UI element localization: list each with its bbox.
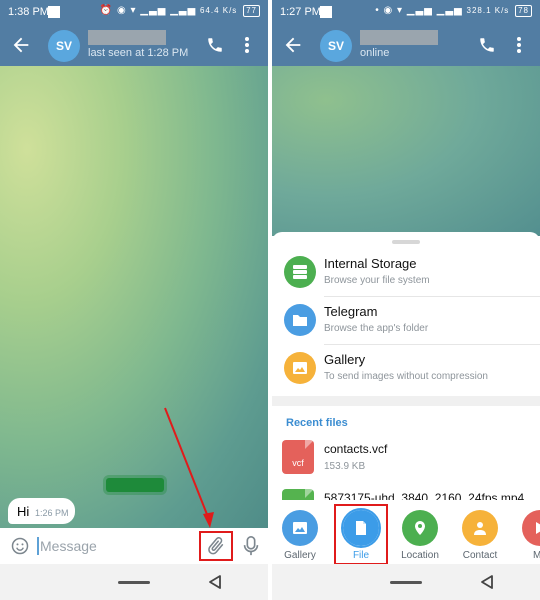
option-title: Internal Storage xyxy=(324,256,417,271)
more-vert-icon[interactable] xyxy=(516,36,522,54)
last-seen: last seen at 1:28 PM xyxy=(88,47,189,59)
chat-background xyxy=(0,66,268,528)
redacted-marker xyxy=(106,478,164,492)
avatar[interactable]: SV xyxy=(320,30,352,62)
option-subtitle: Browse the app's folder xyxy=(324,323,429,334)
option-title: Gallery xyxy=(324,352,366,367)
option-subtitle: Browse your file system xyxy=(324,275,430,286)
option-internal-storage[interactable]: Internal Storage Browse your file system xyxy=(272,248,540,296)
chat-header: SV online xyxy=(272,24,540,66)
option-subtitle: To send images without compression xyxy=(324,371,488,382)
message-time: 1:26 PM xyxy=(35,508,69,518)
online-status: online xyxy=(360,47,390,59)
option-gallery[interactable]: Gallery To send images without compressi… xyxy=(272,344,540,392)
net-speed: 64.4 K/s xyxy=(199,6,238,15)
chat-screen-right: 1:27 PM • ◉ ▾ ▁▃▅ ▁▃▅ 328.1 K/s 78 SV on… xyxy=(272,0,540,600)
section-separator xyxy=(272,396,540,406)
net-speed: 328.1 K/s xyxy=(466,6,510,15)
file-size: 153.9 KB xyxy=(324,461,366,472)
status-bar: 1:27 PM • ◉ ▾ ▁▃▅ ▁▃▅ 328.1 K/s 78 xyxy=(272,0,540,24)
contact-name-redacted xyxy=(360,30,438,45)
back-arrow-icon[interactable] xyxy=(10,34,32,56)
annotation-highlight-box xyxy=(334,504,388,565)
file-name: contacts.vcf xyxy=(324,442,388,456)
status-icons: • ◉ ▾ ▁▃▅ ▁▃▅ 328.1 K/s 78 xyxy=(375,5,532,17)
notification-icon xyxy=(320,6,332,18)
battery-icon: 77 xyxy=(243,5,260,17)
file-row[interactable]: vcf contacts.vcf 153.9 KB xyxy=(272,438,540,482)
notification-icon xyxy=(48,6,60,18)
battery-icon: 78 xyxy=(515,5,532,17)
attach-menu: Gallery File Location Contact Mu xyxy=(272,500,540,564)
status-icons: ⏰ ◉ ▾ ▁▃▅ ▁▃▅ 64.4 K/s 77 xyxy=(100,5,260,17)
back-arrow-icon[interactable] xyxy=(282,34,304,56)
more-vert-icon[interactable] xyxy=(244,36,250,54)
back-nav-icon[interactable] xyxy=(480,574,494,590)
chat-header: SV last seen at 1:28 PM xyxy=(0,24,268,66)
home-pill[interactable] xyxy=(118,581,150,584)
attach-location[interactable]: Location xyxy=(394,508,446,564)
location-icon xyxy=(402,510,438,546)
chat-screen-left: 1:38 PM ⏰ ◉ ▾ ▁▃▅ ▁▃▅ 64.4 K/s 77 SV las… xyxy=(0,0,268,600)
phone-icon[interactable] xyxy=(478,36,496,54)
attach-music[interactable]: Mu xyxy=(514,508,540,564)
message-text: Hi xyxy=(17,504,30,519)
contact-name-redacted xyxy=(88,30,166,45)
system-nav-bar xyxy=(0,564,268,600)
storage-icon xyxy=(284,256,316,288)
chat-background xyxy=(272,66,540,236)
message-bubble[interactable]: Hi 1:26 PM xyxy=(8,498,75,524)
sheet-handle[interactable] xyxy=(392,240,420,244)
emoji-icon[interactable] xyxy=(10,536,30,556)
vcf-file-icon: vcf xyxy=(282,440,314,474)
mic-icon[interactable] xyxy=(242,535,260,557)
home-pill[interactable] xyxy=(390,581,422,584)
annotation-highlight-box xyxy=(199,531,233,561)
folder-icon xyxy=(284,304,316,336)
attach-gallery[interactable]: Gallery xyxy=(274,508,326,564)
status-time: 1:38 PM xyxy=(8,6,49,18)
gallery-icon xyxy=(282,510,318,546)
attach-contact[interactable]: Contact xyxy=(454,508,506,564)
text-caret xyxy=(37,537,39,555)
back-nav-icon[interactable] xyxy=(208,574,222,590)
music-icon xyxy=(522,510,540,546)
phone-icon[interactable] xyxy=(206,36,224,54)
option-telegram[interactable]: Telegram Browse the app's folder xyxy=(272,296,540,344)
status-bar: 1:38 PM ⏰ ◉ ▾ ▁▃▅ ▁▃▅ 64.4 K/s 77 xyxy=(0,0,268,24)
image-icon xyxy=(284,352,316,384)
status-time: 1:27 PM xyxy=(280,6,321,18)
option-title: Telegram xyxy=(324,304,378,319)
avatar[interactable]: SV xyxy=(48,30,80,62)
message-input[interactable]: Message xyxy=(40,538,97,554)
system-nav-bar xyxy=(272,564,540,600)
recent-files-header: Recent files xyxy=(286,417,348,429)
contact-icon xyxy=(462,510,498,546)
